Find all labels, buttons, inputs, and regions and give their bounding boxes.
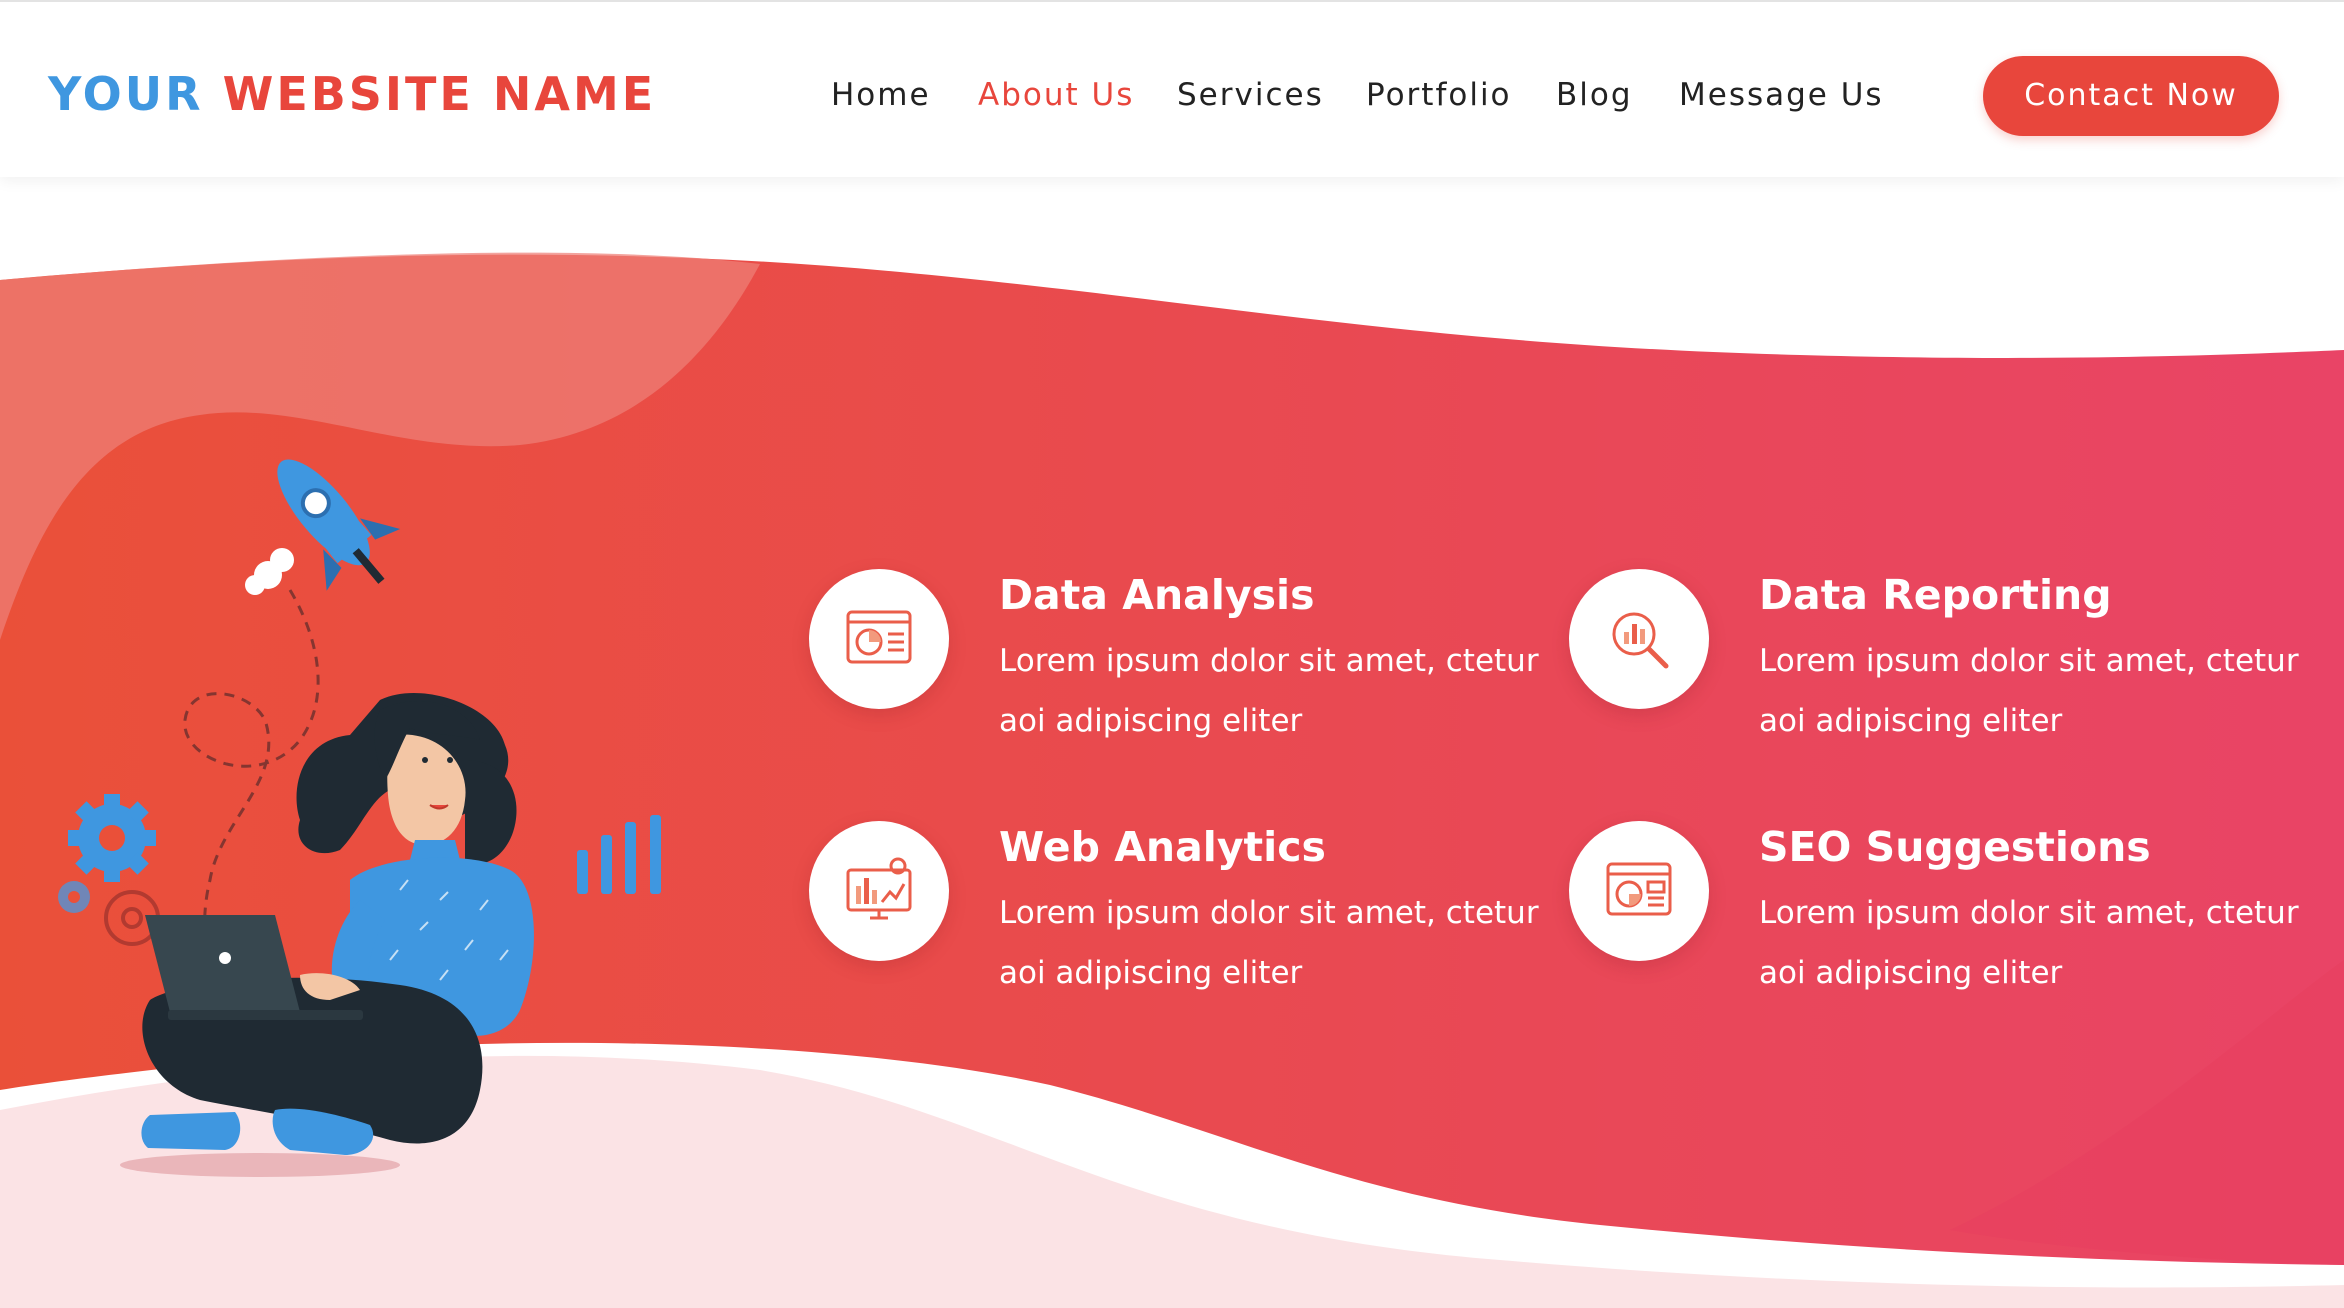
gear-small-icon xyxy=(58,881,90,913)
feature-description: Lorem ipsum dolor sit amet, ctetur aoi a… xyxy=(999,883,1559,1003)
feature-seo-suggestions: SEO Suggestions Lorem ipsum dolor sit am… xyxy=(1569,821,2329,1021)
nav-item-message-us[interactable]: Message Us xyxy=(1679,72,1884,118)
feature-title: Data Reporting xyxy=(1759,571,2112,619)
nav-item-portfolio[interactable]: Portfolio xyxy=(1366,72,1512,118)
site-header: YOUR WEBSITE NAME Home About Us Services… xyxy=(0,0,2344,177)
feature-icon-circle xyxy=(1569,821,1709,961)
page: YOUR WEBSITE NAME Home About Us Services… xyxy=(0,0,2344,1308)
feature-desc-line-2: aoi adipiscing eliter xyxy=(999,955,1303,991)
feature-desc-line-1: Lorem ipsum dolor sit amet, ctetur xyxy=(999,643,1539,679)
feature-icon-circle xyxy=(809,821,949,961)
magnifier-chart-icon xyxy=(1612,612,1669,669)
feature-description: Lorem ipsum dolor sit amet, ctetur aoi a… xyxy=(999,631,1559,751)
logo-part-1: YOUR xyxy=(48,67,204,121)
feature-desc-line-1: Lorem ipsum dolor sit amet, ctetur xyxy=(1759,643,2299,679)
feature-title: Web Analytics xyxy=(999,823,1326,871)
seo-chart-icon xyxy=(1606,862,1672,916)
nav-item-about-us[interactable]: About Us xyxy=(978,72,1134,118)
feature-desc-line-2: aoi adipiscing eliter xyxy=(1759,703,2063,739)
feature-icon-circle xyxy=(809,569,949,709)
feature-desc-line-2: aoi adipiscing eliter xyxy=(1759,955,2063,991)
nav-item-services[interactable]: Services xyxy=(1177,72,1324,118)
feature-description: Lorem ipsum dolor sit amet, ctetur aoi a… xyxy=(1759,883,2319,1003)
feature-data-reporting: Data Reporting Lorem ipsum dolor sit ame… xyxy=(1569,569,2329,769)
pie-chart-monitor-icon xyxy=(846,610,912,664)
nav-item-home[interactable]: Home xyxy=(831,72,931,118)
logo-part-2: WEBSITE NAME xyxy=(222,67,657,121)
feature-description: Lorem ipsum dolor sit amet, ctetur aoi a… xyxy=(1759,631,2319,751)
feature-icon-circle xyxy=(1569,569,1709,709)
feature-desc-line-1: Lorem ipsum dolor sit amet, ctetur xyxy=(1759,895,2299,931)
feature-web-analytics: Web Analytics Lorem ipsum dolor sit amet… xyxy=(809,821,1569,1021)
feature-desc-line-1: Lorem ipsum dolor sit amet, ctetur xyxy=(999,895,1539,931)
feature-desc-line-2: aoi adipiscing eliter xyxy=(999,703,1303,739)
gear-icon xyxy=(68,794,156,882)
feature-data-analysis: Data Analysis Lorem ipsum dolor sit amet… xyxy=(809,569,1569,769)
analytics-monitor-icon xyxy=(846,857,912,920)
feature-title: Data Analysis xyxy=(999,571,1315,619)
nav-item-blog[interactable]: Blog xyxy=(1556,72,1633,118)
site-logo[interactable]: YOUR WEBSITE NAME xyxy=(48,64,656,124)
feature-title: SEO Suggestions xyxy=(1759,823,2151,871)
contact-now-button[interactable]: Contact Now xyxy=(1983,56,2279,136)
